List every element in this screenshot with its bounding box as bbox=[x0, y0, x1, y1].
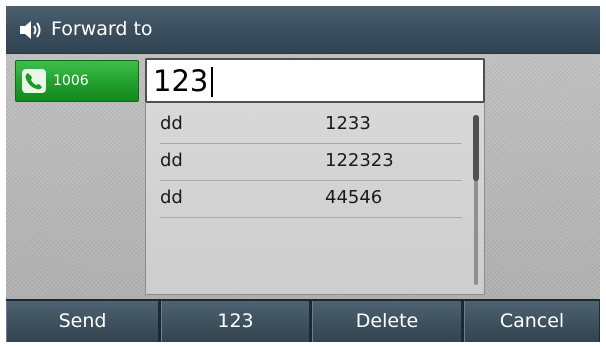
suggestion-item[interactable]: dd 1233 bbox=[160, 106, 462, 142]
number-input[interactable]: 123 bbox=[145, 58, 485, 103]
softkey-bar: Send 123 Delete Cancel bbox=[6, 299, 600, 342]
number-input-value: 123 bbox=[153, 64, 209, 98]
scrollbar-thumb[interactable] bbox=[473, 115, 479, 181]
phone-screen: Forward to 1006 123 dd 1233 dd 122323 dd… bbox=[6, 6, 600, 342]
input-mode-softkey[interactable]: 123 bbox=[161, 301, 310, 342]
speaker-icon bbox=[20, 21, 41, 39]
suggestion-list: dd 1233 dd 122323 dd 44546 bbox=[145, 103, 485, 295]
page-title: Forward to bbox=[51, 18, 153, 40]
line-key-1006[interactable]: 1006 bbox=[15, 60, 139, 102]
suggestion-item[interactable]: dd 122323 bbox=[160, 143, 462, 179]
suggestion-number: 122323 bbox=[325, 150, 394, 171]
suggestion-item[interactable]: dd 44546 bbox=[160, 180, 462, 216]
text-cursor bbox=[211, 67, 213, 97]
suggestion-name: dd bbox=[160, 113, 183, 134]
phone-handset-icon bbox=[22, 69, 46, 93]
row-divider bbox=[160, 217, 462, 218]
suggestion-name: dd bbox=[160, 150, 183, 171]
suggestion-number: 1233 bbox=[325, 113, 371, 134]
title-bar: Forward to bbox=[6, 6, 600, 54]
send-softkey[interactable]: Send bbox=[6, 301, 159, 342]
suggestion-name: dd bbox=[160, 187, 183, 208]
cancel-softkey[interactable]: Cancel bbox=[464, 301, 600, 342]
line-key-label: 1006 bbox=[53, 73, 89, 89]
delete-softkey[interactable]: Delete bbox=[312, 301, 462, 342]
suggestion-number: 44546 bbox=[325, 187, 383, 208]
